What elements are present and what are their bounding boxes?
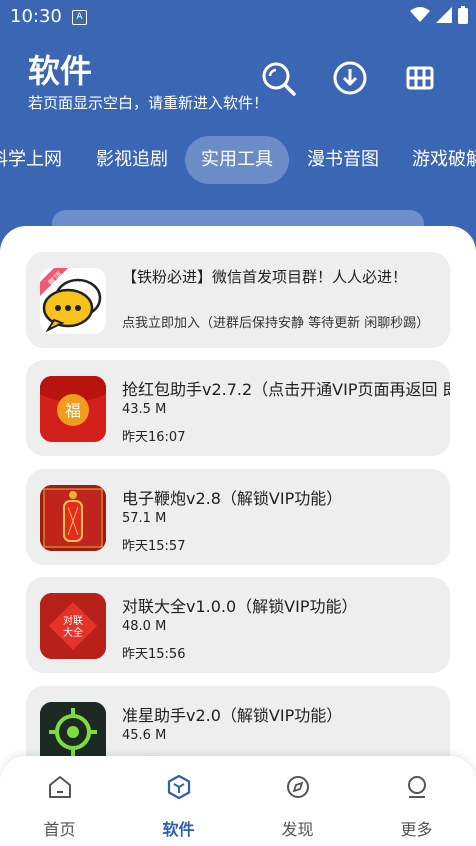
bottom-navigation: 首页 软件 发现 更多 <box>0 756 476 846</box>
item-date: 昨天15:57 <box>122 539 186 554</box>
couplet-icon: 对联 大全 <box>40 593 106 659</box>
nav-label: 发现 <box>281 820 314 839</box>
more-icon <box>408 776 426 798</box>
list-item[interactable]: 电子鞭炮v2.8（解锁VIP功能） 57.1 M 昨天15:57 <box>26 469 450 565</box>
svg-text:大全: 大全 <box>63 626 83 639</box>
home-icon <box>49 776 71 798</box>
nav-more[interactable]: 更多 <box>357 756 476 846</box>
item-description: 点我立即加入（进群后保持安静 等待更新 闲聊秒踢） <box>122 316 430 331</box>
item-title: 准星助手v2.0（解锁VIP功能） <box>122 706 343 725</box>
item-title: 【铁粉必进】微信首发项目群！人人必进！ <box>122 268 408 286</box>
item-title: 电子鞭炮v2.8（解锁VIP功能） <box>122 489 343 508</box>
tab-tools[interactable]: 实用工具 <box>185 136 289 184</box>
tab-science-internet[interactable]: 科学上网 <box>0 136 62 184</box>
notification-icon: A <box>72 10 87 25</box>
nav-home[interactable]: 首页 <box>0 756 119 846</box>
app-list-sheet: 置顶 【铁粉必进】微信首发项目群！人人必进！ 点我立即加入（进群后保持安静 等待… <box>0 226 476 846</box>
firecracker-icon <box>40 485 106 551</box>
battery-icon <box>458 6 468 24</box>
item-date: 昨天15:56 <box>122 647 186 662</box>
grid-icon[interactable] <box>400 58 440 98</box>
item-size: 57.1 M <box>122 511 167 526</box>
search-icon[interactable] <box>258 58 298 98</box>
item-title: 对联大全v1.0.0（解锁VIP功能） <box>122 597 358 616</box>
item-size: 45.6 M <box>122 728 167 743</box>
list-item[interactable]: 对联 大全 对联大全v1.0.0（解锁VIP功能） 48.0 M 昨天15:56 <box>26 577 450 673</box>
nav-label: 软件 <box>162 820 195 839</box>
list-item[interactable]: 福 抢红包助手v2.7.2（点击开通VIP页面再返回 即可 43.5 M 昨天1… <box>26 360 450 456</box>
status-bar: 10:30 A <box>0 0 476 34</box>
page-subtitle: 若页面显示空白，请重新进入软件！ <box>28 94 269 112</box>
nav-label: 更多 <box>400 820 433 839</box>
page-title: 软件 <box>28 52 93 90</box>
download-icon[interactable] <box>330 58 370 98</box>
status-time: 10:30 <box>10 6 62 27</box>
nav-discover[interactable]: 发现 <box>238 756 357 846</box>
item-size: 43.5 M <box>122 402 167 417</box>
nav-software[interactable]: 软件 <box>119 756 238 846</box>
list-item[interactable]: 置顶 【铁粉必进】微信首发项目群！人人必进！ 点我立即加入（进群后保持安静 等待… <box>26 252 450 348</box>
signal-icon <box>436 7 452 23</box>
red-envelope-icon: 福 <box>40 376 106 442</box>
system-icons <box>410 6 468 24</box>
item-date: 昨天16:07 <box>122 430 186 445</box>
software-icon <box>167 774 191 800</box>
compass-icon <box>287 776 309 798</box>
chat-group-icon: 置顶 <box>40 268 106 334</box>
item-size: 48.0 M <box>122 619 167 634</box>
svg-text:对联: 对联 <box>63 614 83 627</box>
tab-comics-music[interactable]: 漫书音图 <box>307 136 379 184</box>
tab-movies[interactable]: 影视追剧 <box>96 136 168 184</box>
category-tabs: 科学上网 影视追剧 实用工具 漫书音图 游戏破解 <box>0 136 476 186</box>
tab-game-cracks[interactable]: 游戏破解 <box>412 136 476 184</box>
svg-text:福: 福 <box>65 401 81 420</box>
nav-label: 首页 <box>43 820 76 839</box>
wifi-icon <box>410 7 430 22</box>
item-title: 抢红包助手v2.7.2（点击开通VIP页面再返回 即可 <box>122 380 450 399</box>
